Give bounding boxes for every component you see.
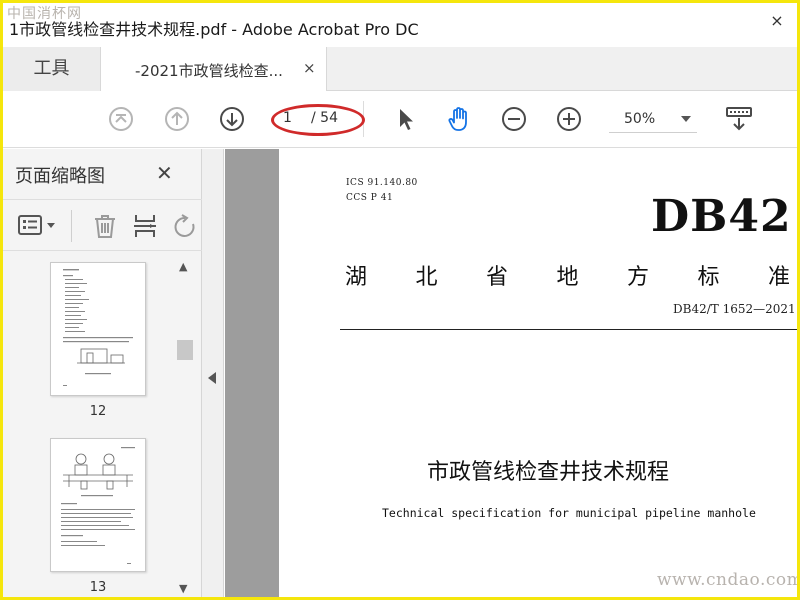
- trash-icon: [95, 215, 115, 238]
- panel-toolbar: [3, 199, 202, 251]
- document-title: 市政管线检查井技术规程: [427, 460, 670, 485]
- province-char: 准: [768, 265, 791, 290]
- rotate-page-button[interactable]: [171, 212, 199, 240]
- cursor-arrow-icon: [400, 109, 413, 130]
- thumbnail-options-button[interactable]: [17, 212, 55, 240]
- page-thumbnail-13[interactable]: [50, 438, 146, 572]
- toolbar: 1 / 54 50%: [3, 91, 797, 148]
- zoom-select[interactable]: 50%: [609, 107, 697, 133]
- page-thumbnail-image: [63, 269, 133, 386]
- window-close-button[interactable]: ×: [767, 11, 787, 31]
- tab-close-button[interactable]: ×: [303, 59, 316, 77]
- scroll-up-icon[interactable]: ▲: [179, 260, 187, 273]
- province-char: 省: [486, 265, 509, 290]
- header-rule: [340, 329, 797, 330]
- delete-page-button[interactable]: [91, 212, 119, 240]
- keyboard-scroll-icon: [726, 107, 752, 131]
- ccs-code: CCS P 41: [346, 193, 394, 203]
- arrow-up-icon: [165, 107, 189, 131]
- options-menu-icon: [18, 215, 55, 235]
- app-frame: 中国消杯网 1市政管线检查井技术规程.pdf - Adobe Acrobat P…: [0, 0, 800, 600]
- tab-bar: 工具 -2021市政管线检查... ×: [3, 47, 797, 92]
- tab-document[interactable]: -2021市政管线检查... ×: [101, 47, 327, 92]
- arrow-down-icon: [220, 107, 244, 131]
- panel-toolbar-separator: [71, 210, 72, 242]
- hand-tool-button[interactable]: [445, 105, 473, 133]
- window-title: 1市政管线检查井技术规程.pdf - Adobe Acrobat Pro DC: [9, 20, 419, 39]
- zoom-in-icon: [557, 107, 581, 131]
- panel-close-button[interactable]: ✕: [156, 161, 173, 185]
- thumbnails-panel: 页面缩略图 ✕ 12 13 ▲ ▼: [3, 149, 202, 597]
- scroll-down-icon[interactable]: ▼: [179, 582, 187, 595]
- hand-icon: [448, 107, 467, 131]
- previous-page-button[interactable]: [163, 105, 191, 133]
- tab-tools[interactable]: 工具: [3, 47, 101, 91]
- province-char: 北: [415, 265, 438, 290]
- scrollbar-thumb[interactable]: [177, 340, 193, 360]
- zoom-out-icon: [502, 107, 526, 131]
- standard-number: DB42/T 1652—2021: [673, 302, 796, 316]
- panel-divider[interactable]: [202, 149, 224, 597]
- page-thumbnail-12[interactable]: [50, 262, 146, 396]
- document-view[interactable]: ICS 91.140.80 CCS P 41 DB42 湖 北 省 地 方 标 准 DB42…: [225, 149, 797, 597]
- page-thumbnail-image: [61, 447, 135, 564]
- tab-document-label: -2021市政管线检查...: [135, 62, 283, 80]
- select-tool-button[interactable]: [392, 105, 420, 133]
- chevron-down-icon: [681, 116, 691, 122]
- title-bar: 中国消杯网 1市政管线检查井技术规程.pdf - Adobe Acrobat P…: [3, 3, 797, 47]
- province-char: 地: [556, 265, 579, 290]
- zoom-value: 50%: [624, 111, 656, 127]
- province-char: 湖: [345, 265, 368, 290]
- province-standard-heading: 湖北省地方标准: [345, 259, 797, 291]
- insert-page-button[interactable]: [131, 212, 159, 240]
- thumbnail-label-12: 12: [89, 404, 107, 419]
- document-page: ICS 91.140.80 CCS P 41 DB42 湖 北 省 地 方 标 准 DB42…: [279, 149, 797, 597]
- standard-code: DB42: [651, 191, 792, 242]
- rotate-icon: [174, 214, 195, 237]
- thumbnail-list: 12 13: [3, 252, 175, 597]
- collapse-panel-icon[interactable]: [208, 372, 216, 384]
- watermark-bottom: www.cndao.com: [657, 570, 797, 590]
- panel-title: 页面缩略图: [15, 166, 105, 187]
- page-number-highlight: [271, 104, 365, 136]
- next-page-button[interactable]: [218, 105, 246, 133]
- document-subtitle: Technical specification for municipal pi…: [382, 506, 756, 520]
- zoom-out-button[interactable]: [500, 105, 528, 133]
- zoom-in-button[interactable]: [555, 105, 583, 133]
- province-char: 方: [627, 265, 650, 290]
- thumbnail-label-13: 13: [89, 580, 107, 595]
- insert-page-icon: [134, 215, 156, 237]
- thumbnail-scrollbar[interactable]: ▲ ▼: [175, 252, 195, 597]
- first-page-icon: [109, 107, 133, 131]
- province-char: 标: [697, 265, 720, 290]
- first-page-button[interactable]: [107, 105, 135, 133]
- scroll-mode-button[interactable]: [725, 105, 753, 133]
- ics-code: ICS 91.140.80: [346, 178, 418, 188]
